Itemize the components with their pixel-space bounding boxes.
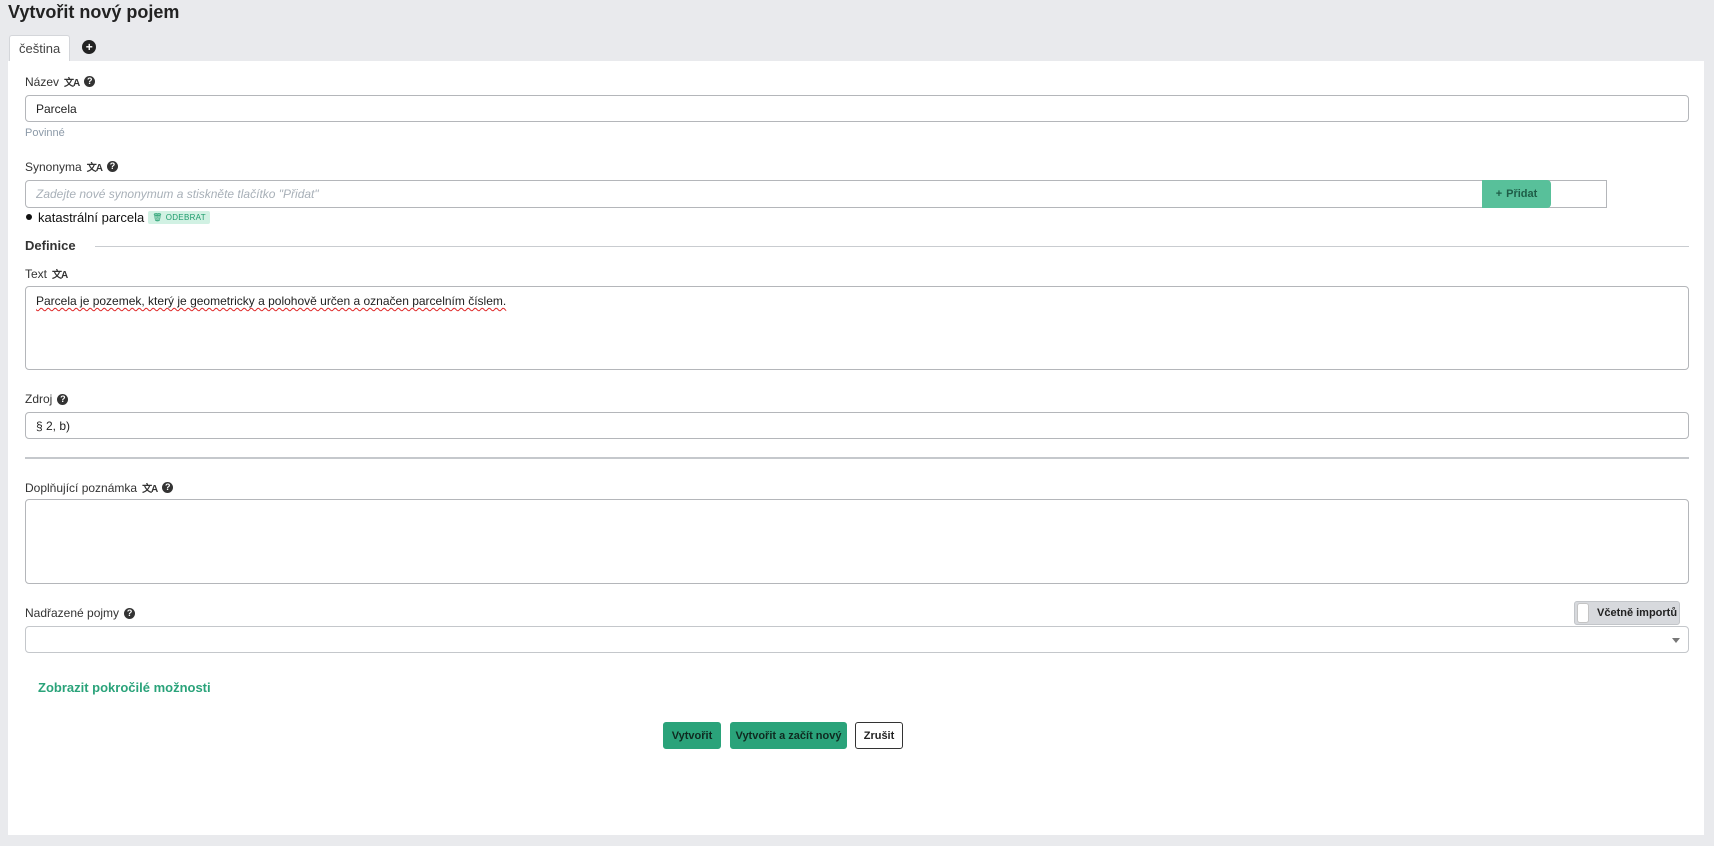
page-title: Vytvořit nový pojem [8, 2, 180, 22]
definition-text: Parcela je pozemek, který je geometricky… [36, 294, 507, 308]
synonym-text: katastrální parcela [38, 209, 145, 225]
definition-text-label: Text 文A [25, 266, 68, 282]
question-circle-icon[interactable]: ? [106, 161, 118, 172]
note-label: Doplňující poznámka 文A ? [25, 480, 174, 495]
remove-synonym-label: ODEBRAT [165, 212, 206, 222]
definition-textarea[interactable]: Parcela je pozemek, který je geometricky… [25, 286, 1689, 370]
toggle-knob [1577, 603, 1589, 623]
question-circle-icon[interactable]: ? [124, 607, 136, 619]
language-tabs: čeština + [9, 35, 97, 61]
parent-terms-select[interactable] [25, 626, 1689, 653]
synonym-list-item: katastrální parcela 🗑 ODEBRAT [26, 208, 210, 226]
parent-terms-label: Nadřazené pojmy ? [25, 606, 136, 620]
translate-icon: 文A [64, 78, 80, 89]
required-hint: Povinné [25, 127, 65, 139]
plus-circle-icon[interactable]: + [82, 40, 97, 54]
note-textarea[interactable] [25, 499, 1689, 584]
question-circle-icon[interactable]: ? [162, 482, 174, 493]
add-synonym-button[interactable]: + Přidat [1482, 180, 1551, 208]
divider [25, 457, 1689, 459]
translate-icon: 文A [86, 163, 103, 174]
cancel-button[interactable]: Zrušit [855, 722, 903, 749]
translate-icon: 文A [52, 270, 68, 281]
definition-text-label-text: Text [25, 266, 48, 281]
translate-icon: 文A [142, 484, 158, 495]
remove-synonym-button[interactable]: 🗑 ODEBRAT [148, 210, 210, 224]
note-label-text: Doplňující poznámka [25, 480, 138, 495]
name-label-text: Název [25, 74, 60, 89]
form-card: Název 文A ? Povinné Synonyma 文A ? + Přida… [8, 61, 1704, 835]
source-label-text: Zdroj [25, 392, 53, 406]
create-and-new-button[interactable]: Vytvořit a začít nový [730, 722, 847, 749]
include-imports-toggle[interactable]: Včetně importů [1574, 601, 1680, 625]
show-advanced-link[interactable]: Zobrazit pokročilé možnosti [38, 680, 211, 695]
definition-section-title: Definice [25, 238, 76, 253]
name-input[interactable] [25, 95, 1689, 122]
source-label: Zdroj ? [25, 392, 69, 406]
chevron-down-icon [1672, 638, 1680, 643]
section-divider [95, 246, 1689, 247]
source-input[interactable] [25, 412, 1689, 439]
trash-icon: 🗑 [152, 212, 163, 222]
create-button[interactable]: Vytvořit [663, 722, 721, 749]
synonyms-label-text: Synonyma [25, 159, 82, 174]
name-label: Název 文A ? [25, 74, 96, 89]
synonyms-label: Synonyma 文A ? [25, 159, 118, 174]
tab-cestina[interactable]: čeština [9, 35, 71, 61]
question-circle-icon[interactable]: ? [57, 393, 69, 405]
add-synonym-label: Přidat [1506, 188, 1538, 200]
bullet [26, 214, 32, 220]
synonym-input[interactable] [25, 180, 1607, 208]
question-circle-icon[interactable]: ? [84, 76, 96, 87]
plus-icon: + [1495, 188, 1503, 200]
parent-terms-label-text: Nadřazené pojmy [25, 606, 120, 620]
include-imports-label: Včetně importů [1597, 607, 1678, 619]
